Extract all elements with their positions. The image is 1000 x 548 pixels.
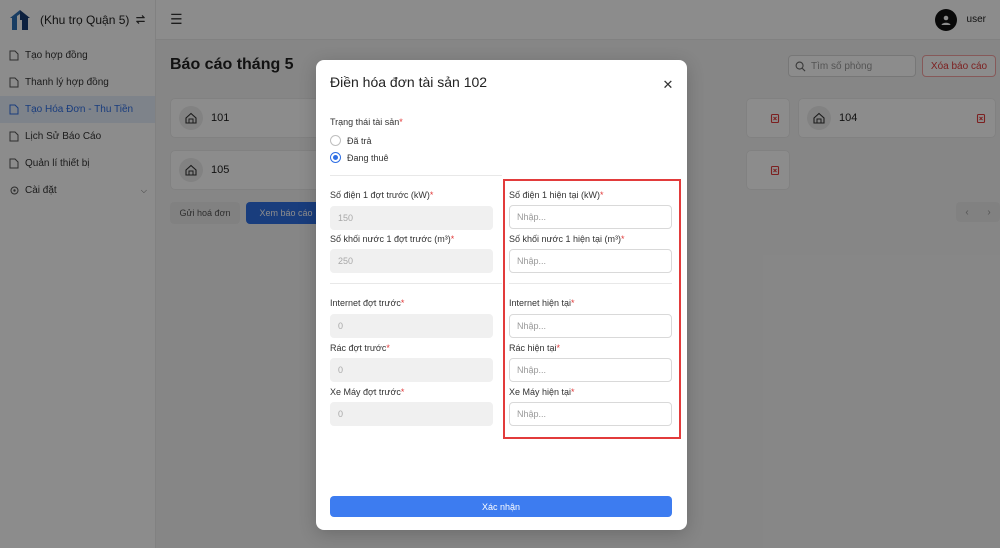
invoice-modal: Điền hóa đơn tài sản 102 ✕ Trạng thái tà… [316,60,687,530]
divider [330,283,502,284]
prev-internet-field: 0 [330,314,493,338]
close-icon[interactable]: ✕ [661,78,675,92]
divider [330,175,502,176]
status-option-renting[interactable]: Đang thuê [330,152,389,163]
prev-trash-label: Rác đợt trước* [330,343,390,353]
prev-electric-label: Số điện 1 đợt trước (kW)* [330,190,434,200]
status-option-returned[interactable]: Đã trả [330,135,372,146]
prev-electric-field: 150 [330,206,493,230]
prev-water-field: 250 [330,249,493,273]
modal-title: Điền hóa đơn tài sản 102 [330,74,488,90]
prev-internet-label: Internet đợt trước* [330,298,405,308]
submit-button[interactable]: Xác nhận [330,496,672,517]
prev-water-label: Số khối nước 1 đợt trước (m³)* [330,234,455,244]
radio-returned[interactable] [330,135,341,146]
radio-renting[interactable] [330,152,341,163]
highlight-annotation-box [503,179,681,439]
prev-trash-field: 0 [330,358,493,382]
prev-bike-field: 0 [330,402,493,426]
prev-bike-label: Xe Máy đợt trước* [330,387,405,397]
status-label: Trạng thái tài sản* [330,117,403,127]
